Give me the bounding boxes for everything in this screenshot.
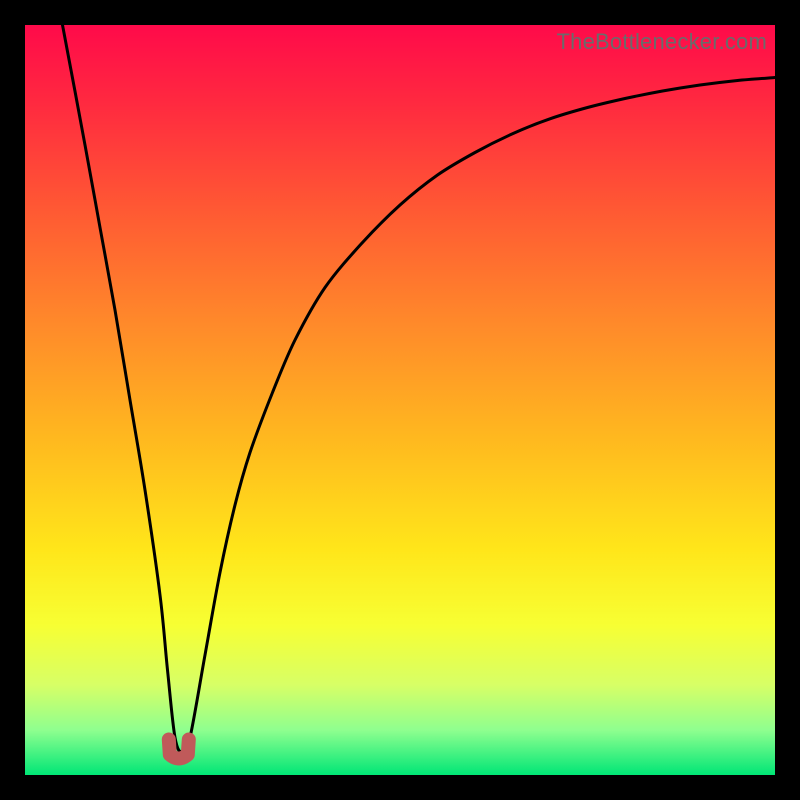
plot-frame: TheBottlenecker.com xyxy=(25,25,775,775)
plot-svg xyxy=(25,25,775,775)
gradient-background xyxy=(25,25,775,775)
watermark-text: TheBottlenecker.com xyxy=(557,29,767,55)
